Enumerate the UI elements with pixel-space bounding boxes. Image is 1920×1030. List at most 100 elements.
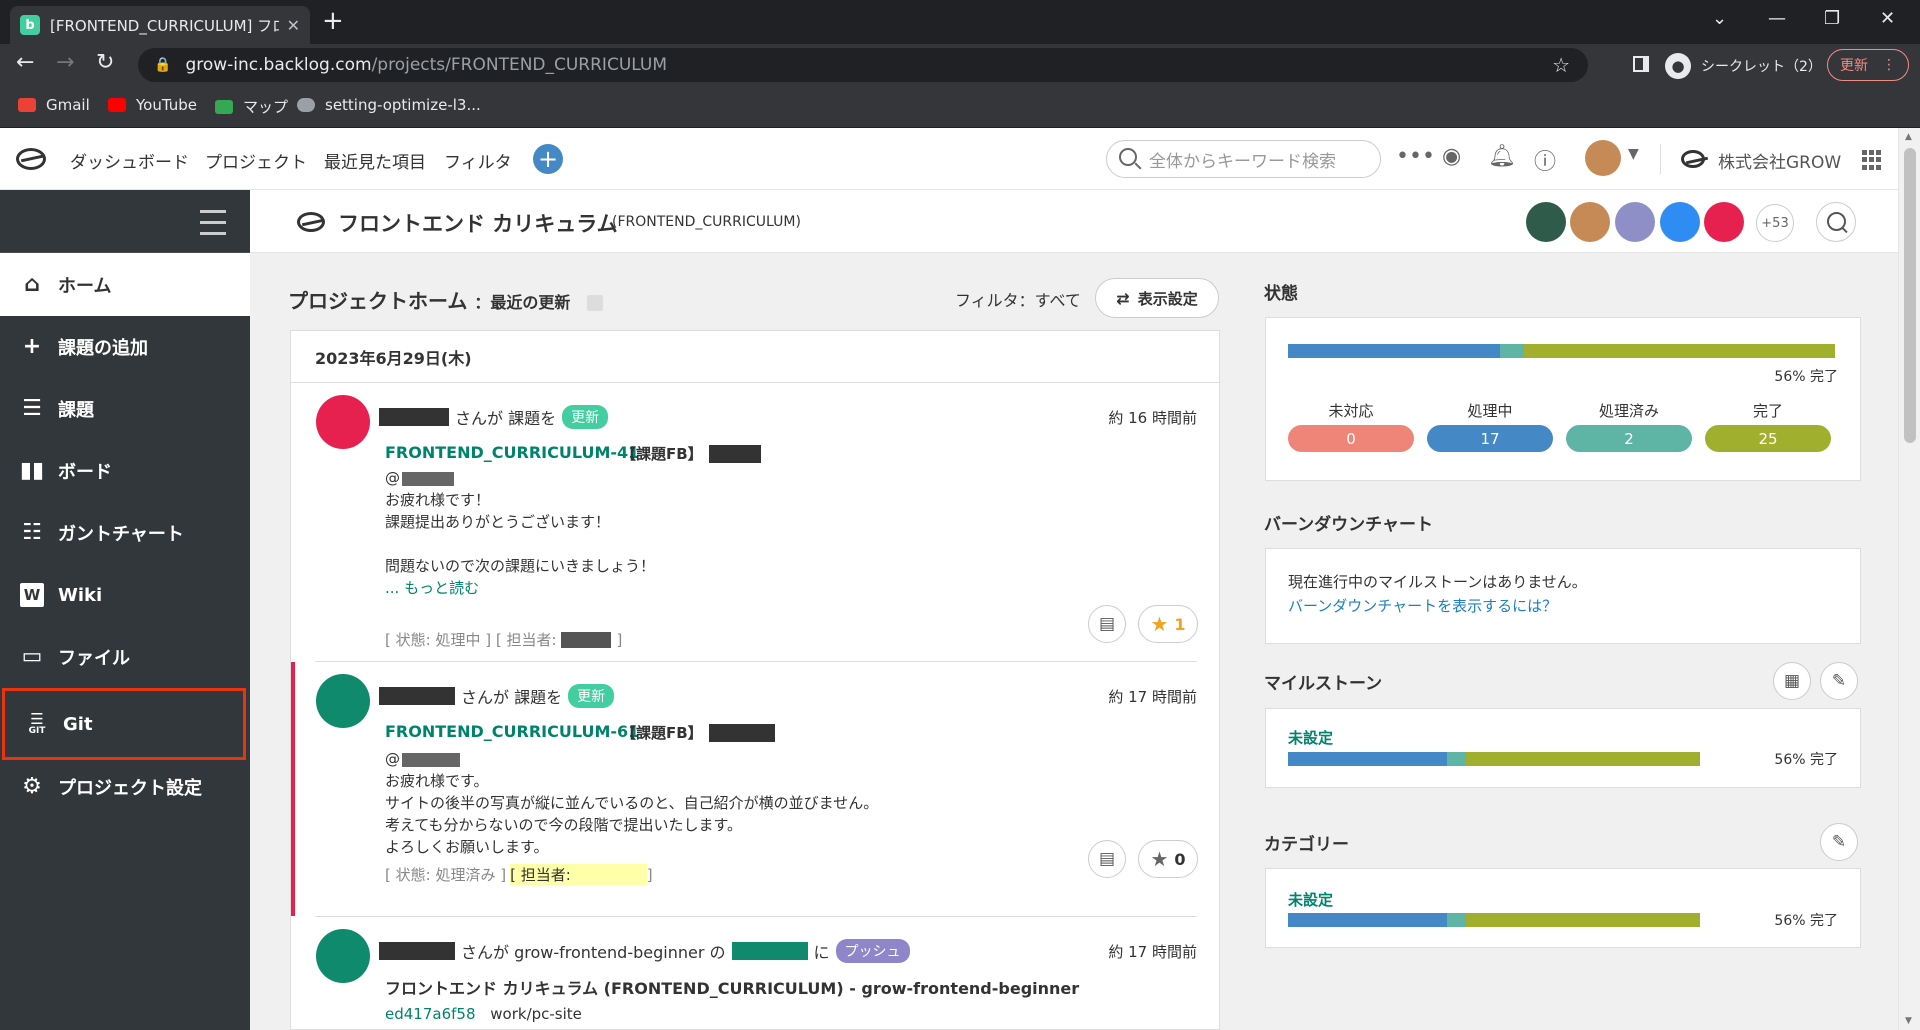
sidebar-item-issues[interactable]: ☰ 課題: [0, 378, 250, 440]
browser-tab-strip: b [FRONTEND_CURRICULUM] フロン ✕ + ⌄ — ❐ ✕: [0, 0, 1920, 44]
update-button[interactable]: 更新 ⋮: [1827, 49, 1909, 81]
member-avatar[interactable]: [1660, 202, 1700, 242]
restore-window-icon[interactable]: ❐: [1824, 8, 1840, 29]
status-column-in-progress[interactable]: 処理中 17: [1427, 400, 1553, 452]
incognito-indicator[interactable]: ● シークレット（2）: [1665, 53, 1822, 79]
bookmark-star-icon[interactable]: ☆: [1552, 53, 1570, 77]
page-scrollbar[interactable]: ▲ ▼: [1898, 128, 1920, 1030]
gmail-icon: [18, 98, 36, 112]
user-avatar[interactable]: [316, 929, 370, 983]
bookmark-setting-optimize[interactable]: setting-optimize-l3...: [297, 96, 481, 114]
side-panel-icon[interactable]: [1633, 56, 1649, 72]
user-avatar[interactable]: [1585, 140, 1621, 176]
bookmark-maps[interactable]: マップ: [215, 96, 288, 117]
edit-pencil-icon[interactable]: ✎: [1820, 823, 1858, 861]
nav-recent[interactable]: 最近見た項目: [324, 148, 426, 173]
member-avatar[interactable]: [1615, 202, 1655, 242]
user-avatar[interactable]: [316, 395, 370, 449]
star-button[interactable]: ★ 1: [1138, 605, 1198, 643]
status-column-open[interactable]: 未対応 0: [1288, 400, 1414, 452]
sidebar-item-files[interactable]: ▭ ファイル: [0, 626, 250, 688]
browser-tab-active[interactable]: b [FRONTEND_CURRICULUM] フロン ✕: [10, 6, 310, 44]
bookmark-youtube[interactable]: YouTube: [108, 96, 197, 114]
entry-action: さんが 課題を: [461, 688, 563, 707]
add-plus-button[interactable]: +: [533, 144, 563, 174]
sidebar-item-git[interactable]: ☰ GIT Git: [2, 688, 246, 760]
feed-filter-label[interactable]: フィルタ：すべて: [955, 287, 1081, 311]
scroll-up-arrow-icon[interactable]: ▲: [1905, 132, 1912, 142]
status-count-pill[interactable]: 0: [1288, 425, 1414, 452]
comment-icon[interactable]: ▤: [1088, 840, 1126, 878]
burndown-help-link[interactable]: バーンダウンチャートを表示するには？: [1288, 595, 1557, 616]
notification-bell-icon[interactable]: 🔔︎: [1488, 144, 1516, 169]
nav-filter[interactable]: フィルタ: [444, 148, 512, 173]
star-button[interactable]: ★ 0: [1138, 840, 1198, 878]
project-search-icon[interactable]: [1816, 202, 1856, 242]
status-column-resolved[interactable]: 処理済み 2: [1566, 400, 1692, 452]
issue-title[interactable]: 【課題FB】: [621, 443, 767, 464]
board-icon: ▮▮: [19, 458, 45, 483]
help-icon[interactable]: ⓘ: [1534, 144, 1556, 176]
scroll-down-arrow-icon[interactable]: ▼: [1905, 1016, 1912, 1026]
member-avatar[interactable]: [1526, 202, 1566, 242]
nav-projects[interactable]: プロジェクト: [205, 148, 307, 173]
new-tab-plus-icon[interactable]: +: [322, 8, 344, 34]
forward-arrow-icon[interactable]: →: [56, 50, 74, 75]
comment-icon[interactable]: ▤: [1088, 605, 1126, 643]
status-count-pill[interactable]: 2: [1566, 425, 1692, 452]
nav-dashboard[interactable]: ダッシュボード: [70, 148, 189, 173]
tab-close-icon[interactable]: ✕: [287, 16, 300, 35]
bookmark-gmail[interactable]: Gmail: [18, 96, 90, 114]
member-avatar[interactable]: [1570, 202, 1610, 242]
apps-grid-icon[interactable]: [1862, 150, 1882, 170]
reload-icon[interactable]: ↻: [96, 50, 114, 75]
sidebar-item-home[interactable]: ⌂ ホーム: [0, 253, 250, 316]
member-avatar[interactable]: [1704, 202, 1744, 242]
category-name[interactable]: 未設定: [1288, 889, 1333, 910]
status-count-pill[interactable]: 17: [1427, 425, 1553, 452]
org-name[interactable]: 株式会社GROW: [1718, 148, 1841, 173]
sidebar-item-wiki[interactable]: W Wiki: [0, 564, 250, 626]
status-count-pill[interactable]: 25: [1705, 425, 1831, 452]
tab-search-chevron-icon[interactable]: ⌄: [1712, 8, 1727, 29]
watch-eye-icon[interactable]: ◉: [1442, 144, 1461, 169]
close-window-icon[interactable]: ✕: [1880, 8, 1895, 29]
display-settings-button[interactable]: ⇄ 表示設定: [1095, 278, 1219, 318]
update-badge: 更新: [562, 405, 609, 429]
project-name[interactable]: フロントエンド カリキュラム: [338, 208, 618, 238]
sidebar-item-add-issue[interactable]: + 課題の追加: [0, 316, 250, 378]
sidebar-item-label: ガントチャート: [58, 524, 184, 545]
backlog-logo-icon[interactable]: [16, 148, 46, 170]
address-bar[interactable]: 🔒 grow-inc.backlog.com/projects/FRONTEND…: [138, 48, 1588, 82]
sidebar-item-gantt[interactable]: ☷ ガントチャート: [0, 502, 250, 564]
user-avatar[interactable]: [316, 674, 370, 728]
rss-icon[interactable]: [587, 294, 604, 311]
status-column-closed[interactable]: 完了 25: [1705, 400, 1831, 452]
body-line: お疲れ様です。: [385, 772, 489, 790]
burndown-panel: 現在進行中のマイルストーンはありません。 バーンダウンチャートを表示するには？: [1265, 548, 1861, 644]
global-search-input[interactable]: 全体からキーワード検索: [1106, 140, 1381, 178]
more-members-count[interactable]: +53: [1756, 204, 1794, 242]
milestone-name[interactable]: 未設定: [1288, 727, 1333, 748]
sidebar-item-board[interactable]: ▮▮ ボード: [0, 440, 250, 502]
back-arrow-icon[interactable]: ←: [16, 50, 34, 75]
read-more-link[interactable]: ... もっと読む: [385, 579, 479, 597]
commit-hash-link[interactable]: ed417a6f58: [385, 1005, 475, 1023]
body-line: 考えても分からないので今の段階で提出いたします。: [385, 816, 743, 834]
hamburger-menu-icon[interactable]: [200, 210, 226, 243]
entry-header: さんが grow-frontend-beginner の に プッシュ: [379, 939, 910, 963]
repo-line[interactable]: フロントエンド カリキュラム (FRONTEND_CURRICULUM) - g…: [385, 975, 1079, 999]
scrollbar-thumb[interactable]: [1904, 148, 1916, 443]
status-percent: 56% 完了: [1774, 369, 1838, 385]
issue-key-link[interactable]: FRONTEND_CURRICULUM-41: [385, 443, 639, 462]
issue-title[interactable]: 【課題FB】: [621, 722, 781, 743]
chevron-down-icon[interactable]: ▼: [1628, 146, 1639, 162]
more-dots-icon[interactable]: •••: [1396, 144, 1435, 169]
issue-key-link[interactable]: FRONTEND_CURRICULUM-61: [385, 722, 639, 741]
edit-pencil-icon[interactable]: ✎: [1820, 662, 1858, 700]
calendar-icon[interactable]: ▦: [1773, 662, 1811, 700]
burndown-message: 現在進行中のマイルストーンはありません。: [1288, 573, 1587, 591]
minimize-icon[interactable]: —: [1768, 8, 1786, 29]
sidebar-item-project-settings[interactable]: ⚙ プロジェクト設定: [0, 756, 250, 818]
sliders-icon: ⇄: [1116, 288, 1130, 308]
